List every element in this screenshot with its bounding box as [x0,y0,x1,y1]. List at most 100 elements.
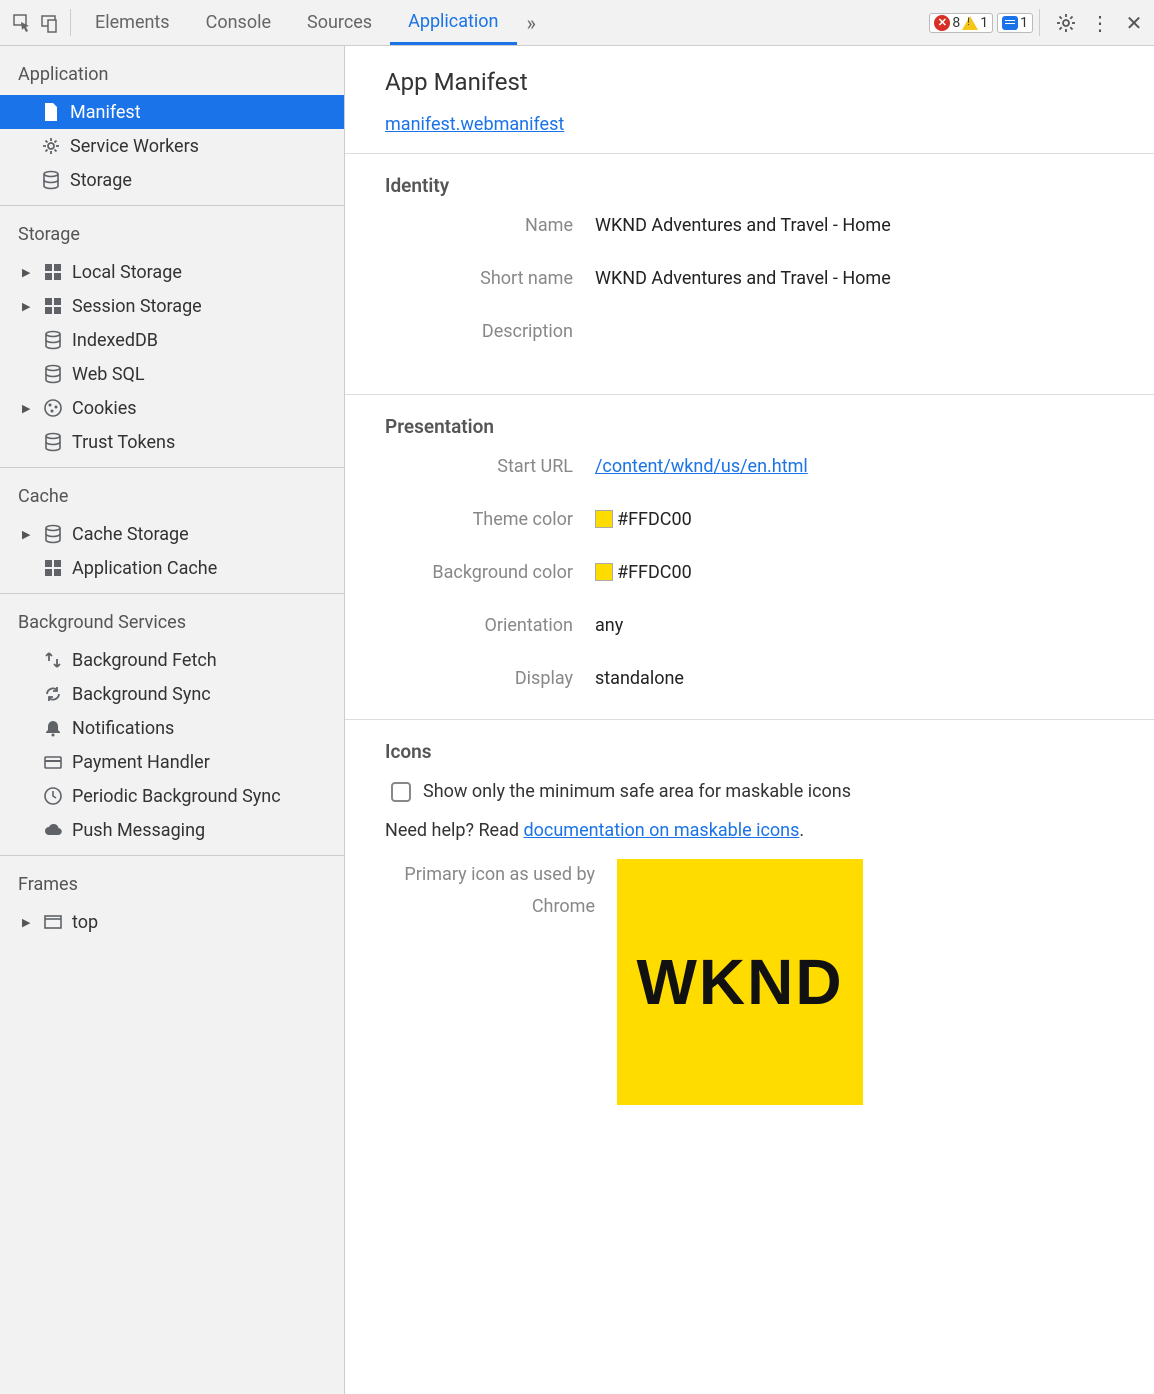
sidebar-section-bg-services: Background Services ▶ Background Fetch ▶… [0,594,344,856]
bell-icon [42,717,64,739]
device-toggle-icon[interactable] [36,9,64,37]
sidebar-item-indexeddb[interactable]: ▶ IndexedDB [0,323,344,357]
sidebar-item-local-storage[interactable]: ▶ Local Storage [0,255,344,289]
field-value: #FFDC00 [595,562,1114,583]
maskable-docs-link[interactable]: documentation on maskable icons [524,820,800,841]
tab-sources[interactable]: Sources [289,0,390,45]
sidebar-item-label: Session Storage [72,296,202,317]
sidebar-item-top-frame[interactable]: ▶ top [0,905,344,939]
expand-icon[interactable]: ▶ [22,402,34,415]
sidebar-item-websql[interactable]: ▶ Web SQL [0,357,344,391]
divider [70,9,71,36]
expand-icon[interactable]: ▶ [22,266,34,279]
sidebar-section-application: Application Manifest Service Workers Sto… [0,46,344,206]
message-badge[interactable]: 1 [997,13,1033,33]
kebab-menu-icon[interactable]: ⋮ [1088,11,1112,35]
field-orientation: Orientation any [385,615,1114,636]
sidebar-item-label: Background Sync [72,684,211,705]
color-swatch [595,510,613,528]
field-theme-color: Theme color #FFDC00 [385,509,1114,530]
database-icon [42,523,64,545]
sidebar-item-cookies[interactable]: ▶ Cookies [0,391,344,425]
sidebar-item-label: IndexedDB [72,330,158,351]
close-icon[interactable]: ✕ [1122,11,1146,35]
manifest-file-link[interactable]: manifest.webmanifest [385,114,564,135]
field-value: WKND Adventures and Travel - Home [595,268,1114,289]
sidebar-item-notifications[interactable]: ▶ Notifications [0,711,344,745]
field-label: Theme color [385,509,595,530]
sidebar-item-label: Background Fetch [72,650,217,671]
field-value: any [595,615,1114,636]
field-value: #FFDC00 [595,509,1114,530]
sidebar-item-session-storage[interactable]: ▶ Session Storage [0,289,344,323]
sidebar-item-bg-sync[interactable]: ▶ Background Sync [0,677,344,711]
settings-icon[interactable] [1054,11,1078,35]
sidebar-section-cache: Cache ▶ Cache Storage ▶ Application Cach… [0,468,344,594]
field-description: Description [385,321,1114,342]
field-label: Orientation [385,615,595,636]
sidebar-item-payment-handler[interactable]: ▶ Payment Handler [0,745,344,779]
expand-icon[interactable]: ▶ [22,528,34,541]
section-heading: Identity [385,174,1114,197]
tab-application[interactable]: Application [390,0,516,45]
sidebar-item-label: Notifications [72,718,174,739]
message-icon [1002,16,1018,30]
sidebar-item-push-messaging[interactable]: ▶ Push Messaging [0,813,344,847]
fetch-icon [42,649,64,671]
identity-section: Identity Name WKND Adventures and Travel… [345,154,1154,394]
cookie-icon [42,397,64,419]
tab-elements[interactable]: Elements [77,0,188,45]
grid-icon [42,295,64,317]
sidebar-item-periodic-sync[interactable]: ▶ Periodic Background Sync [0,779,344,813]
sidebar-item-storage[interactable]: Storage [0,163,344,197]
gear-icon [40,135,62,157]
warning-count: 1 [980,15,988,31]
application-sidebar: Application Manifest Service Workers Sto… [0,46,345,1394]
sidebar-item-manifest[interactable]: Manifest [0,95,344,129]
database-icon [42,329,64,351]
sidebar-title: Application [0,54,344,95]
error-warning-badge[interactable]: ✕ 8 1 [929,13,993,33]
field-value: standalone [595,668,1114,689]
card-icon [42,751,64,773]
sidebar-item-trust-tokens[interactable]: ▶ Trust Tokens [0,425,344,459]
field-label: Short name [385,268,595,289]
field-label: Name [385,215,595,236]
icons-section: Icons Show only the minimum safe area fo… [345,720,1154,1125]
cloud-icon [42,819,64,841]
field-background-color: Background color #FFDC00 [385,562,1114,583]
start-url-link[interactable]: /content/wknd/us/en.html [595,456,808,477]
help-text: Need help? Read documentation on maskabl… [385,820,1114,841]
devtools-toolbar: Elements Console Sources Application » ✕… [0,0,1154,46]
divider [1039,9,1040,36]
checkbox[interactable] [391,782,411,802]
sidebar-item-label: Application Cache [72,558,217,579]
more-tabs-icon[interactable]: » [517,0,546,45]
expand-icon[interactable]: ▶ [22,300,34,313]
clock-icon [42,785,64,807]
sidebar-title: Background Services [0,602,344,643]
sidebar-item-application-cache[interactable]: ▶ Application Cache [0,551,344,585]
section-heading: Presentation [385,415,1114,438]
message-count: 1 [1020,15,1028,31]
field-label: Background color [385,562,595,583]
grid-icon [42,261,64,283]
sidebar-item-service-workers[interactable]: Service Workers [0,129,344,163]
primary-icon-row: Primary icon as used by Chrome WKND [385,859,1114,1105]
inspect-icon[interactable] [8,9,36,37]
sidebar-item-label: Trust Tokens [72,432,175,453]
page-title: App Manifest [385,68,1114,96]
primary-icon-preview: WKND [617,859,863,1105]
sidebar-item-label: Storage [70,170,132,191]
tab-console[interactable]: Console [188,0,289,45]
sidebar-item-cache-storage[interactable]: ▶ Cache Storage [0,517,344,551]
field-value: WKND Adventures and Travel - Home [595,215,1114,236]
sidebar-item-bg-fetch[interactable]: ▶ Background Fetch [0,643,344,677]
color-swatch [595,563,613,581]
field-name: Name WKND Adventures and Travel - Home [385,215,1114,236]
expand-icon[interactable]: ▶ [22,916,34,929]
section-heading: Icons [385,740,1114,763]
frame-icon [42,911,64,933]
tab-strip: Elements Console Sources Application » [77,0,929,45]
maskable-checkbox-row[interactable]: Show only the minimum safe area for mask… [391,781,1114,802]
